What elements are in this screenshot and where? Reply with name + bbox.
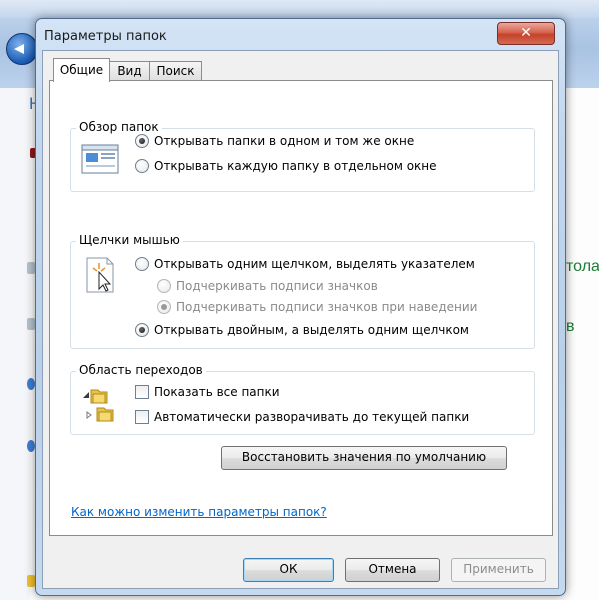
- option-label: Автоматически разворачивать до текущей п…: [154, 410, 470, 424]
- cancel-button[interactable]: Отмена: [345, 558, 440, 582]
- option-label: Подчеркивать подписи значков при наведен…: [176, 300, 478, 314]
- checkbox-show-all-folders[interactable]: Показать все папки: [135, 384, 280, 400]
- radio-button[interactable]: [135, 257, 149, 271]
- radio-button-disabled: [157, 279, 171, 293]
- tab-general[interactable]: Общие: [53, 58, 110, 82]
- background-text-fragment: тола: [566, 258, 599, 275]
- tab-label: Общие: [59, 63, 104, 77]
- folder-window-icon: [81, 144, 119, 174]
- radio-button-disabled-checked: [157, 300, 171, 314]
- radio-button[interactable]: [135, 159, 149, 173]
- tree-expand-arrow-icon: [86, 411, 92, 419]
- radio-double-click[interactable]: Открывать двойным, а выделять одним щелч…: [135, 322, 469, 338]
- radio-same-window[interactable]: Открывать папки в одном и том же окне: [135, 133, 414, 149]
- folder-icon: [90, 389, 108, 404]
- mouse-clicks-group: Щелчки мышью Открывать одним щелчком, вы…: [70, 233, 535, 349]
- back-arrow-icon[interactable]: [6, 33, 38, 65]
- background-text-fragment: в: [566, 318, 575, 335]
- background-navigation-column: [0, 88, 30, 600]
- option-label: Открывать каждую папку в отдельном окне: [154, 159, 437, 173]
- checkbox[interactable]: [135, 410, 149, 424]
- group-label: Щелчки мышью: [76, 233, 183, 247]
- background-list-icon: [27, 440, 35, 452]
- help-link[interactable]: Как можно изменить параметры папок?: [71, 505, 327, 519]
- option-label: Открывать папки в одном и том же окне: [154, 134, 415, 148]
- folder-tree-icon: [83, 389, 114, 422]
- checkbox[interactable]: [135, 385, 149, 399]
- checkbox-auto-expand[interactable]: Автоматически разворачивать до текущей п…: [135, 409, 469, 425]
- radio-button-checked[interactable]: [135, 323, 149, 337]
- group-label: Область переходов: [76, 363, 206, 377]
- ok-button[interactable]: ОК: [243, 558, 334, 582]
- radio-button-checked[interactable]: [135, 134, 149, 148]
- apply-button: Применить: [451, 558, 546, 582]
- tab-label: Вид: [117, 64, 142, 78]
- group-label: Обзор папок: [76, 120, 162, 134]
- dialog-title: Параметры папок: [44, 29, 167, 44]
- tree-collapse-arrow-icon: [83, 392, 89, 398]
- option-label: Подчеркивать подписи значков: [176, 279, 378, 293]
- background-window-titlebar: [0, 0, 599, 18]
- tab-label: Поиск: [156, 64, 195, 78]
- background-list-icon: [27, 378, 35, 390]
- navigation-pane-group: Область переходов Показать все папки Авт…: [70, 363, 535, 435]
- click-pointer-icon: [86, 257, 114, 293]
- close-icon: ✕: [520, 25, 532, 41]
- radio-underline-always: Подчеркивать подписи значков: [157, 278, 378, 294]
- browse-folders-group: Обзор папок Открывать папки в одном и то…: [70, 120, 535, 192]
- tab-search[interactable]: Поиск: [149, 61, 202, 81]
- radio-underline-hover: Подчеркивать подписи значков при наведен…: [157, 299, 477, 315]
- restore-defaults-button[interactable]: Восстановить значения по умолчанию: [221, 446, 507, 470]
- background-list-icon: [27, 575, 35, 587]
- folder-icon: [96, 407, 114, 422]
- option-label: Показать все папки: [154, 385, 280, 399]
- dialog-client-area: Общие Вид Поиск Обзор папок Открывать па…: [42, 50, 559, 589]
- option-label: Открывать одним щелчком, выделять указат…: [154, 257, 475, 271]
- background-list-icon: [27, 262, 35, 274]
- radio-separate-window[interactable]: Открывать каждую папку в отдельном окне: [135, 158, 437, 174]
- option-label: Открывать двойным, а выделять одним щелч…: [154, 323, 469, 337]
- background-list-icon: [27, 318, 35, 330]
- tab-view[interactable]: Вид: [108, 61, 151, 81]
- radio-single-click[interactable]: Открывать одним щелчком, выделять указат…: [135, 256, 475, 272]
- folder-options-dialog: Параметры папок ✕ Общие Вид Поиск Обзор …: [35, 18, 566, 596]
- close-button[interactable]: ✕: [497, 22, 555, 45]
- general-tab-page: Обзор папок Открывать папки в одном и то…: [49, 80, 553, 536]
